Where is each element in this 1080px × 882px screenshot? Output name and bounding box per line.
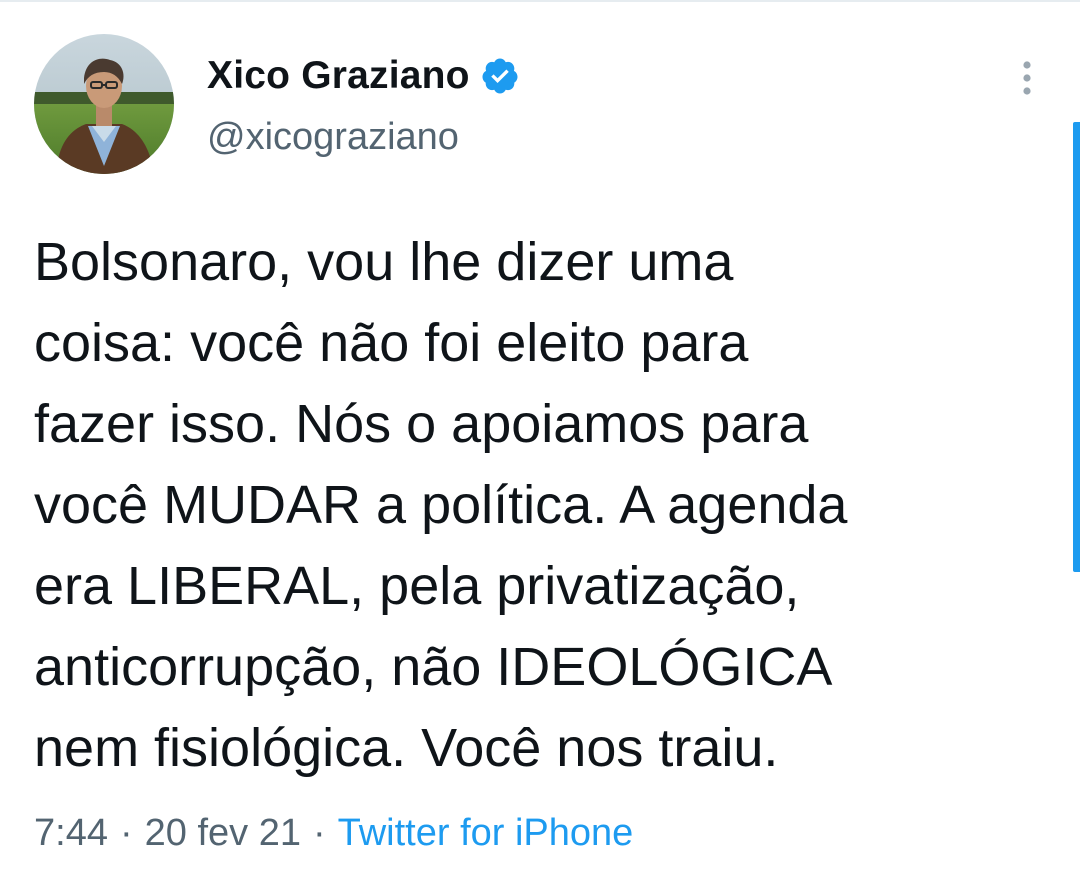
verified-badge-icon [480,56,520,96]
avatar[interactable] [34,34,174,174]
tweet-text-line: fazer isso. Nós o apoiamos para [34,394,809,454]
tweet-text-line: coisa: você não foi eleito para [34,313,749,373]
meta-separator: · [119,812,133,854]
tweet-text-line: Bolsonaro, vou lhe dizer uma [34,232,734,292]
more-vertical-icon[interactable] [1014,58,1040,98]
author-row[interactable]: Xico Graziano [207,48,520,104]
top-divider [0,0,1080,2]
scrollbar[interactable] [1073,122,1080,572]
tweet-source-link[interactable]: Twitter for iPhone [338,812,634,855]
display-name[interactable]: Xico Graziano [207,54,470,98]
tweet-date[interactable]: 20 fev 21 [145,812,301,855]
tweet-text: Bolsonaro, vou lhe dizer uma coisa: você… [34,222,1034,789]
tweet-text-line: anticorrupção, não IDEOLÓGICA [34,637,833,697]
tweet-text-line: nem fisiológica. Você nos traiu. [34,718,779,778]
meta-separator: · [312,812,326,854]
tweet-meta: 7:44 · 20 fev 21 · Twitter for iPhone [34,812,633,855]
tweet-text-line: era LIBERAL, pela privatização, [34,556,800,616]
tweet-time[interactable]: 7:44 [34,812,108,855]
user-handle[interactable]: @xicograziano [207,116,459,159]
tweet-text-line: você MUDAR a política. A agenda [34,475,848,535]
